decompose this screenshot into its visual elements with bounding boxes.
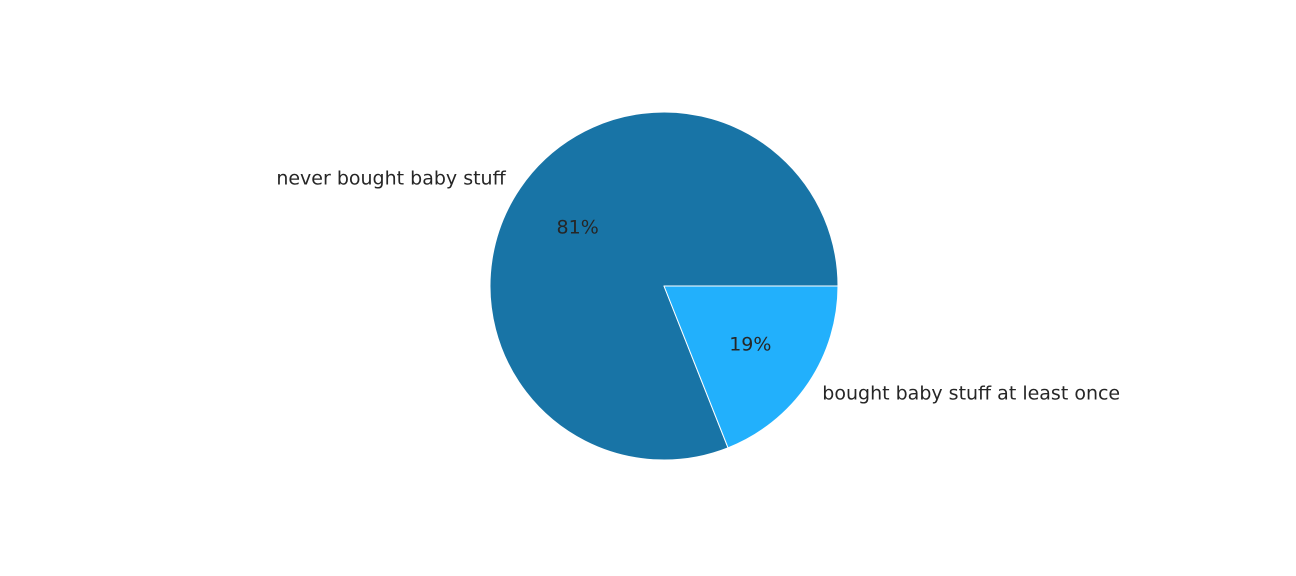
pie-chart-svg: 81% never bought baby stuff 19% bought baby…: [276, 111, 1120, 461]
pie-slice-1-category-label: bought baby stuff at least once: [822, 383, 1120, 405]
slices-layer: [489, 111, 839, 461]
pie-slice-0-category-label: never bought baby stuff: [276, 167, 506, 189]
pie-slice-0-percent-label: 81%: [557, 216, 599, 238]
pie-slice-1-percent-label: 19%: [729, 334, 771, 356]
pie-chart: 81% never bought baby stuff 19% bought baby…: [0, 0, 1296, 576]
